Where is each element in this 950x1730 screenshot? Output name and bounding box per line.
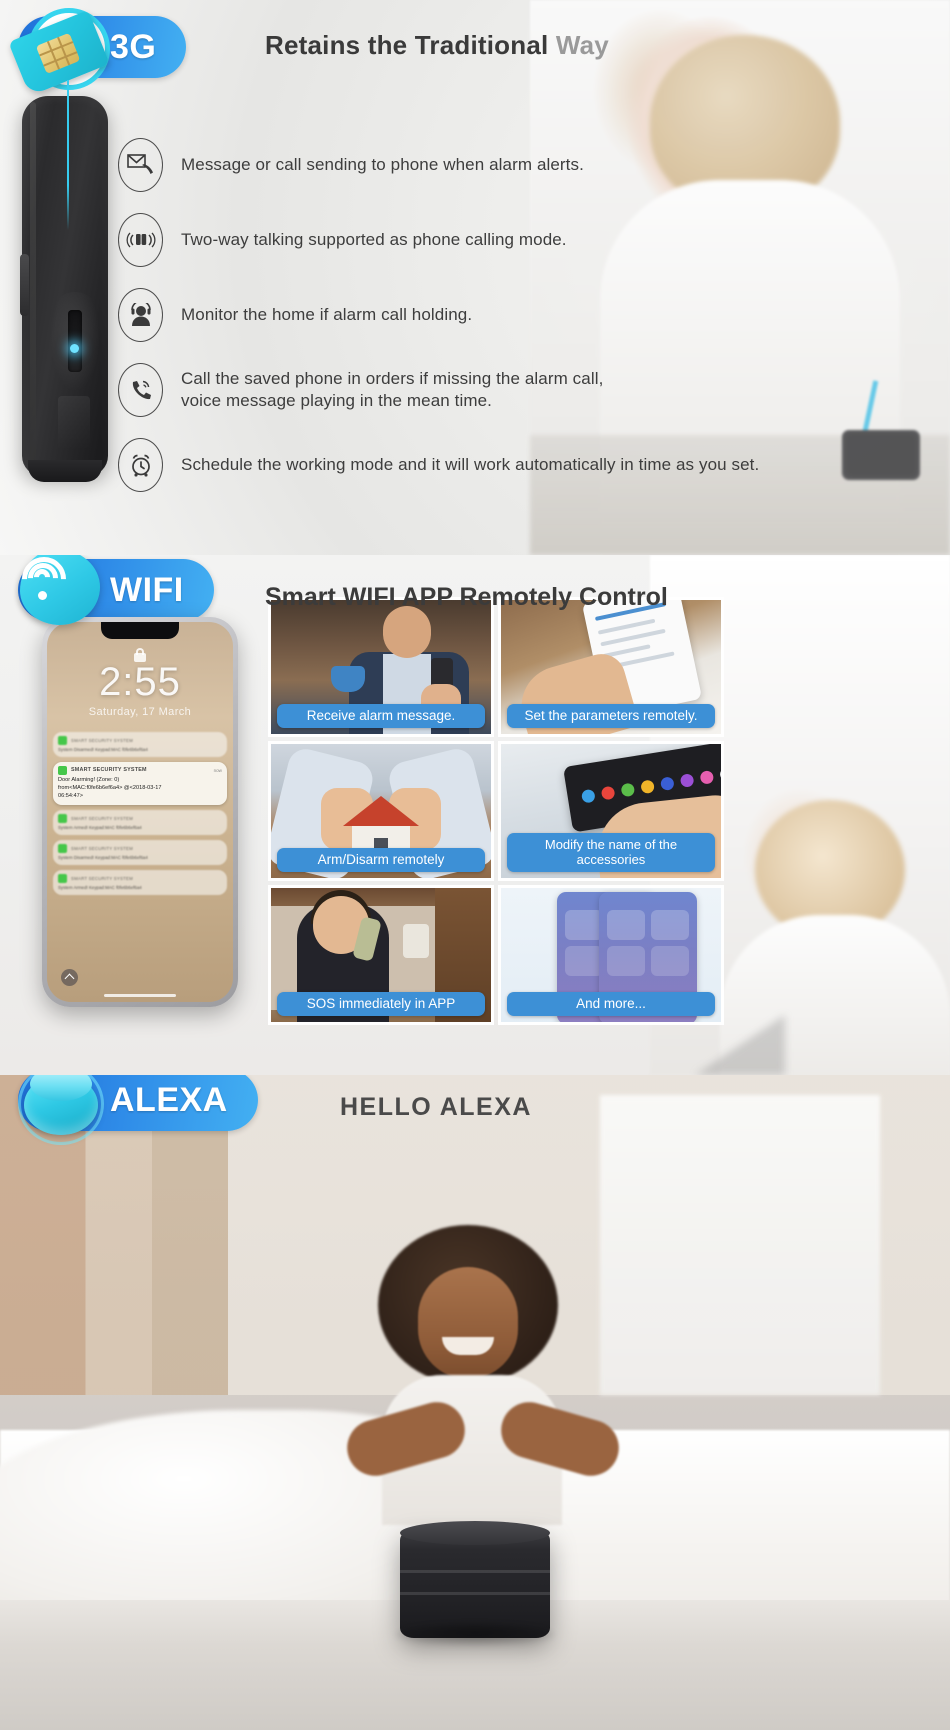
- wifi-dot: [38, 591, 47, 600]
- tile-caption: Receive alarm message.: [277, 703, 485, 728]
- feature-tile-grid: Receive alarm message. Set the parameter…: [268, 597, 724, 1025]
- feature-row: Monitor the home if alarm call holding.: [118, 288, 908, 342]
- notification-body: System Armed! Keypad:MAC f0fe6b6ef6a4: [58, 824, 142, 830]
- lockscreen-clock: 2:55: [99, 660, 181, 704]
- alexa-speaker-icon: [10, 1075, 106, 1153]
- notification-line-2: from<MAC:f0fe6b6ef6a4> @<2018-03-17: [58, 784, 162, 791]
- heading-3g-dim: Way: [555, 30, 609, 60]
- tile-caption: Arm/Disarm remotely: [277, 847, 485, 872]
- notification-app: SMART SECURITY SYSTEM: [71, 815, 134, 821]
- lockscreen-date: Saturday, 17 March: [88, 706, 192, 718]
- feature-text: Monitor the home if alarm call holding.: [181, 305, 473, 325]
- tile-receive-alarm-message[interactable]: Receive alarm message.: [268, 597, 494, 737]
- notification-item[interactable]: SMART SECURITY SYSTEM System Armed! Keyp…: [53, 809, 227, 835]
- section-3g: 3G Retains the Traditional Way Message o…: [0, 0, 950, 555]
- device-edge: [30, 102, 36, 462]
- notification-line-3: 06:54:47>: [58, 792, 84, 799]
- section-wifi: WIFI Smart WIFI APP Remotely Control 2:5…: [0, 555, 950, 1075]
- feature-text: Schedule the working mode and it will wo…: [181, 455, 760, 475]
- heading-3g-strong: Retains the Traditional: [265, 30, 549, 60]
- feature-text: Two-way talking supported as phone calli…: [181, 230, 567, 250]
- app-icon: [58, 843, 67, 853]
- notification-app: SMART SECURITY SYSTEM: [71, 875, 134, 881]
- feature-row: Two-way talking supported as phone calli…: [118, 213, 908, 267]
- feature-row: Schedule the working mode and it will wo…: [118, 438, 908, 492]
- notification-app: SMART SECURITY SYSTEM: [71, 845, 134, 851]
- sim-lead-line: [67, 80, 69, 230]
- monitor-person-icon: [118, 288, 163, 342]
- device-side-button: [20, 254, 29, 316]
- feature-row: Call the saved phone in orders if missin…: [118, 363, 908, 417]
- app-icon: [58, 873, 67, 883]
- app-icon: [58, 765, 67, 775]
- home-indicator: [104, 993, 176, 997]
- feature-row: Message or call sending to phone when al…: [118, 138, 908, 192]
- app-icon: [58, 813, 67, 823]
- badge-alexa-label: ALEXA: [110, 1081, 228, 1119]
- notification-item[interactable]: SMART SECURITY SYSTEM System Armed! Keyp…: [53, 869, 227, 895]
- tile-sos-in-app[interactable]: SOS immediately in APP: [268, 885, 494, 1025]
- notification-body: System Armed! Keypad:MAC f0fe6b6ef6a4: [58, 884, 142, 890]
- feature-text: Call the saved phone in orders if missin…: [181, 369, 604, 410]
- phone-mockup: 2:55 Saturday, 17 March SMART SECURITY S…: [42, 617, 238, 1007]
- sim-chip: [35, 32, 81, 75]
- device-foot: [28, 460, 102, 482]
- notification-list: SMART SECURITY SYSTEM System Disarmed! K…: [53, 732, 227, 900]
- app-icon: [58, 736, 67, 745]
- tile-and-more[interactable]: And more...: [498, 885, 724, 1025]
- notification-line-1: Door Alarming! (Zone: 0): [58, 776, 120, 783]
- tile-caption: SOS immediately in APP: [277, 991, 485, 1016]
- background-window: [600, 1095, 880, 1395]
- alarm-clock-icon: [118, 438, 163, 492]
- device-sim-slot: [68, 310, 82, 372]
- sim-card-icon: [8, 2, 110, 230]
- alarm-panel-device: [20, 96, 108, 482]
- notification-time: now: [213, 767, 222, 773]
- section-alexa: ALEXA HELLO ALEXA: [0, 1075, 950, 1730]
- wifi-signal-icon: [12, 555, 108, 631]
- badge-wifi-label: WIFI: [110, 571, 184, 609]
- notification-app: SMART SECURITY SYSTEM: [71, 738, 134, 743]
- badge-3g-label: 3G: [110, 28, 157, 66]
- notification-item[interactable]: SMART SECURITY SYSTEM System Disarmed! K…: [53, 732, 227, 757]
- notification-item-active[interactable]: SMART SECURITY SYSTEM now Door Alarming!…: [53, 761, 227, 805]
- notification-item[interactable]: SMART SECURITY SYSTEM System Disarmed! K…: [53, 839, 227, 865]
- heading-alexa: HELLO ALEXA: [340, 1093, 532, 1121]
- tile-arm-disarm-remotely[interactable]: Arm/Disarm remotely: [268, 741, 494, 881]
- two-way-talk-icon: [118, 213, 163, 267]
- phone-screen: 2:55 Saturday, 17 March SMART SECURITY S…: [47, 622, 233, 1002]
- phone-notch: [101, 622, 179, 639]
- scroll-up-icon[interactable]: [61, 969, 78, 986]
- feature-list-3g: Message or call sending to phone when al…: [118, 138, 908, 513]
- tile-caption: Set the parameters remotely.: [507, 703, 715, 728]
- feature-text: Message or call sending to phone when al…: [181, 155, 584, 175]
- heading-wifi: Smart WIFI APP Remotely Control: [265, 583, 668, 611]
- photo-woman-on-bed: [330, 1225, 630, 1555]
- alexa-speaker-device: [396, 1521, 554, 1646]
- device-led-indicator: [70, 344, 79, 353]
- notification-app: SMART SECURITY SYSTEM: [71, 767, 147, 774]
- notification-body: System Disarmed! Keypad:MAC f0fe6b6ef6a4: [58, 854, 148, 860]
- device-logo: [58, 396, 90, 450]
- notification-body: System Disarmed! Keypad:MAC f0fe6b6ef6a4: [58, 747, 148, 752]
- message-call-icon: [118, 138, 163, 192]
- tile-caption: And more...: [507, 991, 715, 1016]
- tile-caption: Modify the name of the accessories: [507, 832, 715, 872]
- tile-set-parameters-remotely[interactable]: Set the parameters remotely.: [498, 597, 724, 737]
- tile-modify-accessory-name[interactable]: Modify the name of the accessories: [498, 741, 724, 881]
- phone-ringing-icon: [118, 363, 163, 417]
- heading-3g: Retains the Traditional Way: [265, 30, 609, 61]
